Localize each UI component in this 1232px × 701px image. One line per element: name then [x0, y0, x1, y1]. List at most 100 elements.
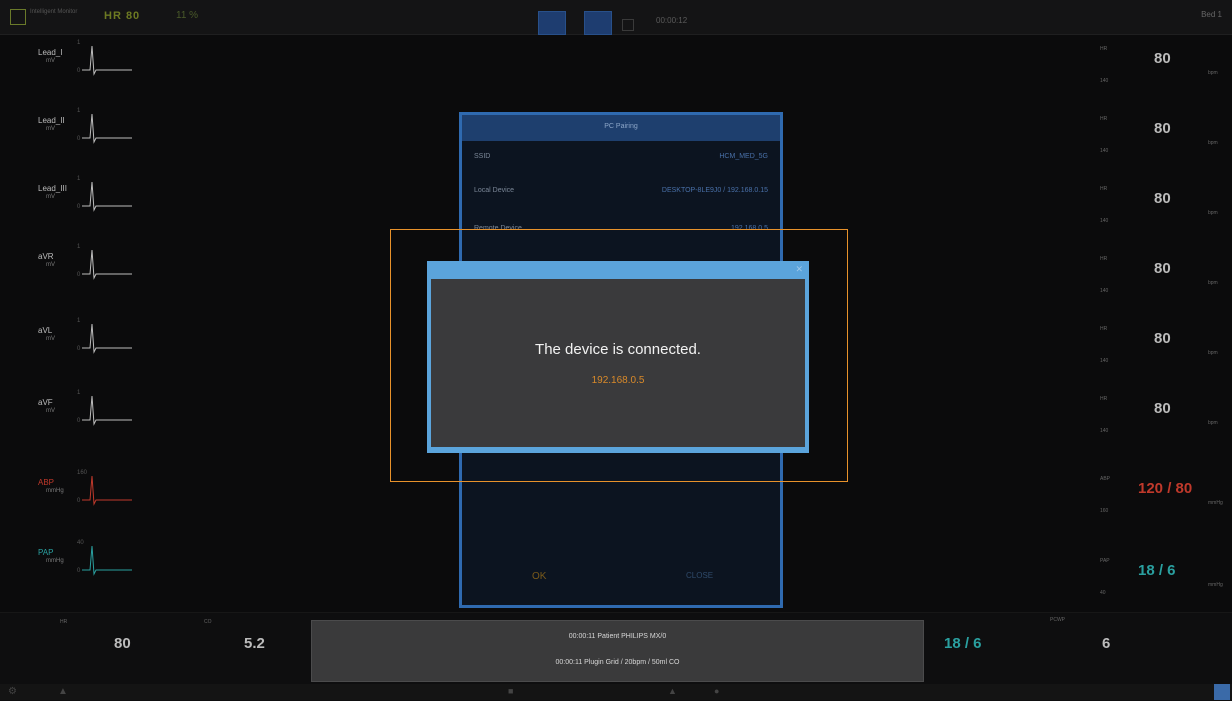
bottom-co-value: 5.2 — [244, 635, 265, 652]
vital-unit: bpm — [1208, 350, 1218, 356]
hr-small-label: HR — [60, 619, 68, 625]
waveform-trace — [82, 181, 132, 212]
lead-label: aVR — [38, 252, 54, 261]
vital-bottom-label: 140 — [1100, 218, 1109, 224]
ip-address: 192.168.0.5 — [591, 375, 645, 386]
lead-unit: mV — [46, 262, 55, 268]
vital-unit: bpm — [1208, 210, 1218, 216]
brand-label: Intelligent Monitor — [30, 9, 78, 15]
vital-top-label: HR — [1100, 116, 1108, 122]
vital-unit: bpm — [1208, 280, 1218, 286]
waveform-lead: PAP mmHg 40 0 — [0, 540, 200, 610]
vital-value: 80 — [1154, 190, 1171, 207]
vital-row: HR 140 80 bpm — [1094, 250, 1232, 320]
vital-unit: bpm — [1208, 420, 1218, 426]
lead-tick-top: 1 — [77, 318, 81, 324]
waveform-lead: Lead_II mV 1 0 — [0, 108, 200, 178]
lead-tick-top: 1 — [77, 108, 81, 114]
record-icon[interactable]: ■ — [508, 686, 513, 696]
settings-icon[interactable]: ⚙ — [8, 686, 17, 697]
lead-unit: mV — [46, 194, 55, 200]
waveform-lead: Lead_I mV 1 0 — [0, 40, 200, 110]
time-field[interactable]: 00:00:12 — [656, 16, 687, 25]
layout-button-2[interactable] — [584, 11, 612, 35]
top-bar: Intelligent Monitor HR 80 11 % 00:00:12 … — [0, 0, 1232, 35]
vital-bottom-label: 140 — [1100, 358, 1109, 364]
vital-row: HR 140 80 bpm — [1094, 320, 1232, 390]
ssid-value: HCM_MED_5G — [719, 153, 768, 160]
waveform-lead: aVR mV 1 0 — [0, 244, 200, 314]
lead-unit: mV — [46, 336, 55, 342]
waveform-trace — [82, 45, 132, 76]
connection-message: The device is connected. — [535, 341, 701, 358]
vital-row: HR 140 80 bpm — [1094, 110, 1232, 180]
waveform-trace — [82, 113, 132, 144]
vital-value: 80 — [1154, 260, 1171, 277]
waveform-lead: ABP mmHg 160 0 — [0, 470, 200, 540]
lead-tick-top: 1 — [77, 390, 81, 396]
vital-top-label: HR — [1100, 186, 1108, 192]
dialog-body: The device is connected. 192.168.0.5 — [431, 279, 805, 447]
vital-unit: bpm — [1208, 70, 1218, 76]
vital-unit: bpm — [1208, 140, 1218, 146]
vital-bottom-label: 140 — [1100, 78, 1109, 84]
pairing-dialog-header: PC Pairing — [462, 115, 780, 141]
layout-button-1[interactable] — [538, 11, 566, 35]
local-device-label: Local Device — [474, 187, 515, 194]
close-button[interactable]: CLOSE — [686, 571, 713, 580]
waveform-trace — [82, 395, 132, 426]
lead-label: aVF — [38, 398, 53, 407]
close-icon[interactable]: ✕ — [795, 264, 803, 275]
vital-value: 80 — [1154, 330, 1171, 347]
bottom-pcwp-value: 6 — [1102, 635, 1111, 652]
lead-tick-top: 1 — [77, 40, 81, 46]
vital-bottom-label: 40 — [1100, 590, 1106, 596]
vital-bottom-label: 160 — [1100, 508, 1109, 514]
lead-label: Lead_II — [38, 116, 65, 125]
lead-tick-bottom: 0 — [77, 498, 81, 504]
lead-tick-bottom: 0 — [77, 418, 81, 424]
notice-line-2: 00:00:11 Plugin Grid / 20bpm / 50ml CO — [555, 659, 680, 666]
lead-unit: mV — [46, 126, 55, 132]
waveform-lead: Lead_III mV 1 0 — [0, 176, 200, 246]
vital-row: ABP 160 120 / 80 mmHg — [1094, 470, 1232, 540]
mode-label: 11 % — [176, 10, 199, 21]
vital-bottom-label: 140 — [1100, 148, 1109, 154]
waveform-trace — [82, 323, 132, 354]
lead-tick-bottom: 0 — [77, 68, 81, 74]
lead-tick-bottom: 0 — [77, 346, 81, 352]
vital-value: 18 / 6 — [1138, 562, 1176, 579]
lead-unit: mmHg — [46, 488, 64, 494]
vital-value: 80 — [1154, 400, 1171, 417]
lead-tick-bottom: 0 — [77, 568, 81, 574]
lead-tick-top: 1 — [77, 176, 81, 182]
bottom-hr-value: 80 — [114, 635, 131, 652]
user-icon[interactable]: ● — [714, 686, 719, 696]
ok-button[interactable]: OK — [532, 571, 546, 582]
vital-top-label: HR — [1100, 46, 1108, 52]
help-icon[interactable] — [1214, 684, 1230, 700]
dialog-titlebar: ✕ — [427, 261, 809, 279]
lead-unit: mV — [46, 408, 55, 414]
vital-row: HR 140 80 bpm — [1094, 40, 1232, 110]
lead-tick-bottom: 0 — [77, 272, 81, 278]
local-device-value: DESKTOP-8LE9J0 / 192.168.0.15 — [661, 187, 768, 194]
waveform-trace — [82, 249, 132, 280]
vital-unit: mmHg — [1208, 500, 1223, 506]
connection-dialog: ✕ The device is connected. 192.168.0.5 — [427, 261, 809, 453]
vital-value: 120 / 80 — [1138, 480, 1193, 497]
lock-icon[interactable]: ▲ — [58, 686, 68, 697]
bed-label: Bed 1 — [1201, 10, 1222, 19]
lead-unit: mV — [46, 58, 55, 64]
vital-value: 80 — [1154, 50, 1171, 67]
vital-row: HR 140 80 bpm — [1094, 180, 1232, 250]
share-icon[interactable]: ▲ — [668, 686, 677, 696]
lead-tick-top: 1 — [77, 244, 81, 250]
pcwp-small-label: PCWP — [1050, 617, 1065, 623]
vital-bottom-label: 140 — [1100, 288, 1109, 294]
waveform-lead: aVL mV 1 0 — [0, 318, 200, 388]
toggle-checkbox[interactable] — [622, 19, 634, 31]
co-small-label: CO — [204, 619, 212, 625]
vital-value: 80 — [1154, 120, 1171, 137]
vital-top-label: HR — [1100, 396, 1108, 402]
